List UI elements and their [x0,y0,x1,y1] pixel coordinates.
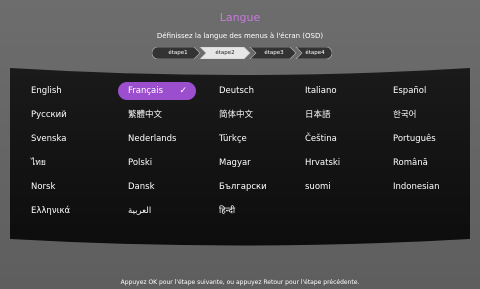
page-title: Langue [219,11,261,24]
language-option[interactable]: 繁體中文 [128,106,162,124]
language-option[interactable]: Ελληνικά [31,202,70,220]
language-option[interactable]: ไทย [31,154,46,172]
checkmark-icon: ✓ [179,86,187,96]
language-option[interactable]: Español [393,82,426,100]
page-subtitle: Définissez la langue des menus à l'écran… [156,32,324,40]
language-option[interactable]: Norsk [31,178,55,196]
language-option[interactable]: Indonesian [393,178,440,196]
language-option[interactable]: Italiano [305,82,337,100]
language-option-label: Français [128,86,164,96]
language-option[interactable]: 한국어 [393,106,416,124]
language-option[interactable]: Polski [128,154,152,172]
language-option-selected[interactable]: Français ✓ [118,82,196,100]
language-option[interactable]: Português [393,130,436,148]
step-4-label: étape4 [305,50,325,56]
language-option[interactable]: Hrvatski [305,154,340,172]
language-option[interactable]: العربية [128,202,151,220]
footer-hint: Appuyez OK pour l'étape suivante, ou app… [120,279,360,286]
language-option[interactable]: 日本語 [305,106,331,124]
language-option[interactable]: suomi [305,178,331,196]
language-option[interactable]: Nederlands [128,130,177,148]
language-option[interactable]: Български [219,178,267,196]
language-option[interactable]: Čeština [305,130,337,148]
language-option[interactable]: Română [393,154,428,172]
language-grid: English Français ✓ Deutsch Italiano Espa… [10,82,470,232]
language-option[interactable]: Türkçe [219,130,247,148]
language-option[interactable]: Deutsch [219,82,254,100]
language-option[interactable]: English [31,82,62,100]
step-3-label: étape3 [264,50,284,56]
step-progress: étape1 étape2 étape3 étape4 [152,47,332,59]
language-option[interactable]: हिन्दी [219,202,235,220]
language-option[interactable]: Dansk [128,178,155,196]
step-2-label: étape2 [215,50,235,56]
language-option[interactable]: Magyar [219,154,251,172]
language-option[interactable]: 简体中文 [219,106,253,124]
language-option[interactable]: Русский [31,106,67,124]
language-option[interactable]: Svenska [31,130,66,148]
step-1-label: étape1 [168,50,188,56]
